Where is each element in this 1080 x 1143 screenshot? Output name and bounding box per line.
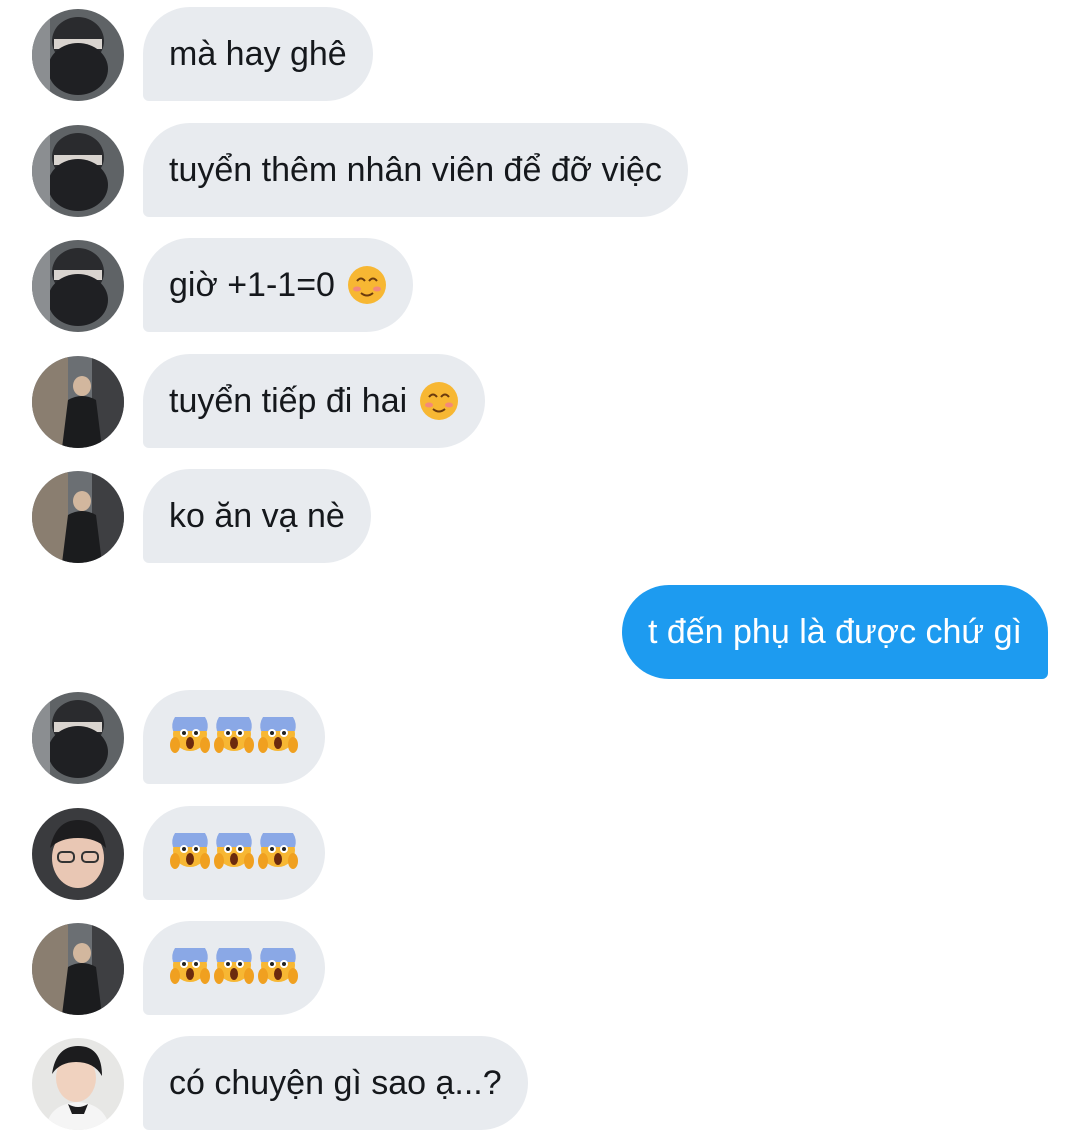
message-text: mà hay ghê	[169, 35, 347, 73]
screaming-face-icon	[257, 944, 299, 992]
message-bubble[interactable]: tuyển tiếp đi hai	[143, 354, 486, 448]
message-text: giờ +1-1=0	[169, 266, 335, 304]
message-row	[0, 921, 1080, 1017]
message-row: tuyển tiếp đi hai	[0, 354, 1080, 450]
outgoing-message-bubble[interactable]: t đến phụ là được chứ gì	[621, 585, 1048, 679]
message-bubble[interactable]: mà hay ghê	[143, 7, 373, 101]
message-bubble[interactable]: tuyển thêm nhân viên để đỡ việc	[143, 123, 688, 217]
avatar[interactable]	[32, 9, 124, 101]
message-row: có chuyện gì sao ạ...?	[0, 1036, 1080, 1132]
avatar[interactable]	[32, 356, 124, 448]
screaming-face-icon	[169, 713, 211, 761]
emoji-group	[169, 829, 299, 877]
avatar[interactable]	[32, 240, 124, 332]
message-text: tuyển tiếp đi hai	[169, 382, 408, 420]
message-bubble[interactable]: giờ +1-1=0	[143, 238, 413, 332]
avatar[interactable]	[32, 125, 124, 217]
message-bubble[interactable]	[143, 690, 325, 784]
screaming-face-icon	[169, 829, 211, 877]
message-bubble[interactable]: ko ăn vạ nè	[143, 469, 371, 563]
screaming-face-icon	[257, 713, 299, 761]
screaming-face-icon	[257, 829, 299, 877]
avatar[interactable]	[32, 808, 124, 900]
message-text: ko ăn vạ nè	[169, 497, 345, 535]
emoji-group	[169, 944, 299, 992]
avatar[interactable]	[32, 692, 124, 784]
message-text: tuyển thêm nhân viên để đỡ việc	[169, 151, 662, 189]
message-bubble[interactable]: có chuyện gì sao ạ...?	[143, 1036, 528, 1130]
message-text: t đến phụ là được chứ gì	[647, 613, 1022, 651]
avatar[interactable]	[32, 923, 124, 1015]
avatar[interactable]	[32, 1038, 124, 1130]
message-row	[0, 690, 1080, 786]
message-row	[0, 806, 1080, 902]
smiling-face-icon	[347, 265, 387, 305]
message-row: tuyển thêm nhân viên để đỡ việc	[0, 123, 1080, 219]
conversation-thread: mà hay ghê tuyển thêm nhân viên để đỡ vi…	[0, 0, 1080, 1143]
message-bubble[interactable]	[143, 921, 325, 1015]
screaming-face-icon	[213, 944, 255, 992]
message-row: giờ +1-1=0	[0, 238, 1080, 334]
message-row: t đến phụ là được chứ gì	[0, 585, 1080, 681]
message-bubble[interactable]	[143, 806, 325, 900]
screaming-face-icon	[213, 829, 255, 877]
message-row: mà hay ghê	[0, 7, 1080, 103]
screaming-face-icon	[213, 713, 255, 761]
avatar[interactable]	[32, 471, 124, 563]
emoji-group	[169, 713, 299, 761]
screaming-face-icon	[169, 944, 211, 992]
smiling-face-icon	[419, 381, 459, 421]
message-text: có chuyện gì sao ạ...?	[169, 1064, 502, 1102]
message-row: ko ăn vạ nè	[0, 469, 1080, 565]
